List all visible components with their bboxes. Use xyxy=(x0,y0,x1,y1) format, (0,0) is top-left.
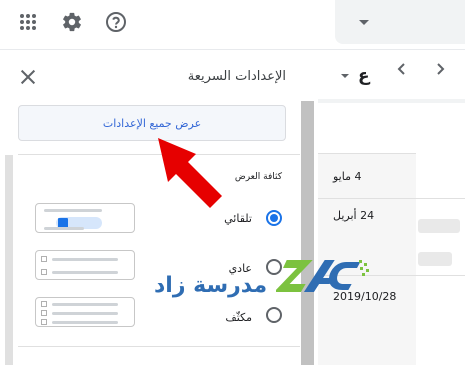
divider xyxy=(18,346,300,347)
density-preview-compact[interactable] xyxy=(35,297,135,327)
chevron-left-icon[interactable] xyxy=(397,62,407,80)
density-title: كثافة العرض xyxy=(234,172,282,182)
nav-label: ع xyxy=(358,66,370,86)
density-radio-compact[interactable] xyxy=(266,307,282,323)
close-icon[interactable] xyxy=(18,67,38,87)
blurred-text xyxy=(418,219,460,233)
list-item-date[interactable]: 4 مايو xyxy=(333,170,361,183)
dropdown-caret-icon[interactable] xyxy=(359,20,369,25)
density-preview-comfortable[interactable] xyxy=(35,250,135,280)
watermark-logo xyxy=(276,260,369,292)
help-icon[interactable] xyxy=(104,10,128,34)
dropdown-caret-icon[interactable] xyxy=(341,74,349,78)
list-header-band xyxy=(318,99,465,103)
row-divider xyxy=(318,198,465,199)
list-item-date[interactable]: 24 أبريل xyxy=(333,209,374,222)
chevron-right-icon[interactable] xyxy=(435,62,445,80)
search-area[interactable] xyxy=(335,0,465,44)
watermark-text: مدرسة زاد xyxy=(154,273,268,298)
apps-grid-icon[interactable] xyxy=(16,10,40,34)
panel-scrollbar[interactable] xyxy=(301,101,314,365)
density-option-compact-label: مكثّف xyxy=(225,311,252,324)
gear-icon[interactable] xyxy=(60,10,84,34)
density-option-default-label: تلقائي xyxy=(224,212,252,225)
annotation-arrow xyxy=(158,138,222,208)
panel-scroll-track[interactable] xyxy=(5,155,13,365)
density-preview-default[interactable] xyxy=(35,203,135,233)
blurred-text xyxy=(418,252,452,266)
panel-title: الإعدادات السريعة xyxy=(187,69,286,84)
density-radio-default[interactable] xyxy=(266,210,282,226)
top-bar xyxy=(0,0,465,50)
